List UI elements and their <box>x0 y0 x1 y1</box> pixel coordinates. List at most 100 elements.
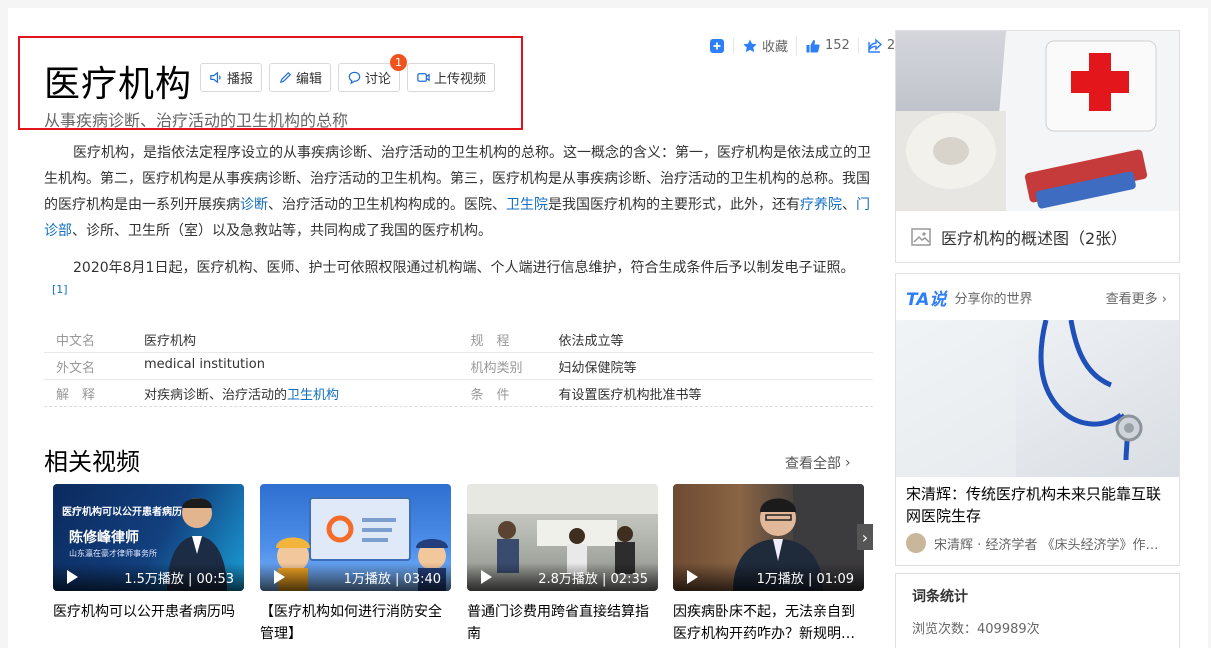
edit-label: 编辑 <box>296 72 323 87</box>
video-stats: 1.5万播放 | 00:53 <box>124 571 234 587</box>
info-row: 中文名 医疗机构 规 程 依法成立等 <box>44 326 873 353</box>
chevron-right-icon: › <box>845 455 851 471</box>
discuss-button[interactable]: 讨论 1 <box>338 54 408 92</box>
ta-view-more-label: 查看更多 <box>1105 291 1158 307</box>
basic-info-table: 中文名 医疗机构 规 程 依法成立等 外文名 medical institution … <box>44 326 873 407</box>
discuss-label: 讨论 <box>365 72 392 87</box>
video-meta: 1.5万播放 | 00:53 <box>53 563 244 591</box>
reference-link[interactable]: [1] <box>52 283 68 296</box>
video-title[interactable]: 【医疗机构如何进行消防安全管理】 <box>260 601 455 645</box>
stats-title: 词条统计 <box>912 589 968 605</box>
inline-link[interactable]: 卫生院 <box>506 197 548 213</box>
video-card[interactable]: 1万播放 | 01:09 因疾病卧床不起，无法亲自到医疗机构开药咋办？新规明… <box>673 484 864 645</box>
info-key: 规 程 <box>470 333 510 349</box>
ta-slogan: 分享你的世界 <box>954 291 1033 307</box>
chevron-right-icon: › <box>861 527 869 547</box>
speaker-icon <box>210 71 221 84</box>
play-icon <box>67 570 78 584</box>
like-button[interactable]: 152 <box>797 37 859 54</box>
video-meta: 2.8万播放 | 02:35 <box>467 563 658 591</box>
add-button[interactable] <box>701 37 734 54</box>
video-stats: 2.8万播放 | 02:35 <box>538 571 648 587</box>
paragraph-text: 、治疗活动的卫生机构构成的。医院、 <box>268 197 506 213</box>
info-key: 机构类别 <box>470 360 523 376</box>
play-icon <box>274 570 285 584</box>
play-icon <box>481 570 492 584</box>
ta-view-more-link[interactable]: 查看更多 › <box>1106 288 1167 307</box>
inline-link[interactable]: 诊断 <box>240 197 268 213</box>
entry-stats-card: 词条统计 浏览次数：409989次 <box>895 573 1180 648</box>
video-title[interactable]: 普通门诊费用跨省直接结算指南 <box>467 601 662 645</box>
author-name: 宋清辉 · 经济学者 《床头经济学》作… <box>934 537 1159 553</box>
video-title[interactable]: 因疾病卧床不起，无法亲自到医疗机构开药咋办？新规明… <box>673 601 868 645</box>
video-meta: 1万播放 | 03:40 <box>260 563 451 591</box>
law-firm: 山东瀛在豪才律师事务所 <box>69 549 157 558</box>
video-title[interactable]: 医疗机构可以公开患者病历吗 <box>53 601 248 623</box>
paragraph-definition: 医疗机构，是指依法定程序设立的从事疾病诊断、治疗活动的卫生机构的总称。这一概念的… <box>44 140 873 244</box>
video-meta: 1万播放 | 01:09 <box>673 563 864 591</box>
summary-caption-text: 医疗机构的概述图（2张） <box>941 228 1128 248</box>
ta-article-image[interactable] <box>896 320 1179 477</box>
lawyer-name: 陈修峰律师 <box>69 530 139 546</box>
thumbs-up-icon <box>806 39 820 52</box>
star-icon <box>743 39 757 52</box>
play-icon <box>687 570 698 584</box>
ta-logo: TA说 <box>906 289 947 310</box>
view-all-videos-link[interactable]: 查看全部 › <box>785 453 851 473</box>
info-key: 中文名 <box>56 333 96 349</box>
paragraph-text: 2020年8月1日起，医疗机构、医师、护士可依照权限通过机构端、个人端进行信息维… <box>73 260 855 276</box>
paragraph-electronic-license: 2020年8月1日起，医疗机构、医师、护士可依照权限通过机构端、个人端进行信息维… <box>44 255 873 312</box>
inline-link[interactable]: 疗养院 <box>800 197 842 213</box>
info-value: medical institution <box>144 356 265 372</box>
video-card[interactable]: 医疗机构可以公开患者病历吗 陈修峰律师 山东瀛在豪才律师事务所 1.5万播放 |… <box>53 484 244 623</box>
ta-header: TA说 分享你的世界 查看更多 › <box>896 274 1179 320</box>
chevron-right-icon: › <box>1161 291 1167 307</box>
video-card[interactable]: 1万播放 | 03:40 【医疗机构如何进行消防安全管理】 <box>260 484 451 645</box>
edit-button[interactable]: 编辑 <box>269 63 332 92</box>
info-value: 依法成立等 <box>558 333 624 349</box>
broadcast-button[interactable]: 播报 <box>200 63 263 92</box>
paragraph-text: 、 <box>842 197 856 213</box>
page-title: 医疗机构 <box>44 64 193 105</box>
ta-article-title[interactable]: 宋清辉：传统医疗机构未来只能靠互联网医院生存 <box>896 477 1179 527</box>
broadcast-label: 播报 <box>227 72 254 87</box>
video-stats: 1万播放 | 03:40 <box>343 571 441 587</box>
upload-video-button[interactable]: 上传视频 <box>407 63 496 92</box>
summary-image-card[interactable]: 医疗机构的概述图（2张） <box>895 30 1180 263</box>
video-camera-icon <box>417 73 430 82</box>
info-row: 解 释 对疾病诊断、治疗活动的卫生机构 条 件 有设置医疗机构批准书等 <box>44 380 873 407</box>
video-card[interactable]: 2.8万播放 | 02:35 普通门诊费用跨省直接结算指南 <box>467 484 658 645</box>
related-videos-heading: 相关视频 <box>44 448 140 476</box>
info-key: 条 件 <box>470 387 510 403</box>
video-thumbnail[interactable]: 1万播放 | 03:40 <box>260 484 451 591</box>
chat-bubble-icon <box>348 71 361 85</box>
video-thumbnail[interactable]: 1万播放 | 01:09 <box>673 484 864 591</box>
info-value: 对疾病诊断、治疗活动的卫生机构 <box>144 384 339 403</box>
view-all-label: 查看全部 <box>785 456 841 472</box>
info-value-text: 对疾病诊断、治疗活动的 <box>144 387 288 403</box>
info-value: 妇幼保健院等 <box>558 360 637 376</box>
title-toolbar: 播报 编辑 讨论 1 上传视频 <box>200 54 496 92</box>
video-thumbnail[interactable]: 医疗机构可以公开患者病历吗 陈修峰律师 山东瀛在豪才律师事务所 1.5万播放 |… <box>53 484 244 591</box>
avatar[interactable] <box>906 533 926 553</box>
stethoscope-image <box>896 320 1179 477</box>
video-stats: 1万播放 | 01:09 <box>756 571 854 587</box>
info-row: 外文名 medical institution 机构类别 妇幼保健院等 <box>44 353 873 380</box>
video-thumbnail[interactable]: 2.8万播放 | 02:35 <box>467 484 658 591</box>
paragraph-text: 是我国医疗机构的主要形式，此外，还有 <box>548 197 800 213</box>
image-gallery-icon <box>911 227 931 246</box>
summary-caption[interactable]: 医疗机构的概述图（2张） <box>896 211 1179 262</box>
ta-share-card: TA说 分享你的世界 查看更多 › 宋清辉：传统医疗机构未来只能靠互联网医院生存… <box>895 273 1180 566</box>
favorite-button[interactable]: 收藏 <box>734 36 798 55</box>
page-subtitle: 从事疾病诊断、治疗活动的卫生机构的总称 <box>44 111 349 130</box>
plus-square-icon <box>710 38 724 53</box>
first-aid-kit-image <box>896 31 1179 211</box>
like-count: 152 <box>825 38 850 53</box>
entry-actions: 收藏 152 26 <box>701 36 903 55</box>
info-key: 解 释 <box>56 387 96 403</box>
share-icon <box>868 37 882 53</box>
summary-image[interactable] <box>896 31 1179 211</box>
link-health-institution[interactable]: 卫生机构 <box>287 388 339 403</box>
videos-next-button[interactable]: › <box>857 524 873 550</box>
upload-video-label: 上传视频 <box>434 72 487 87</box>
